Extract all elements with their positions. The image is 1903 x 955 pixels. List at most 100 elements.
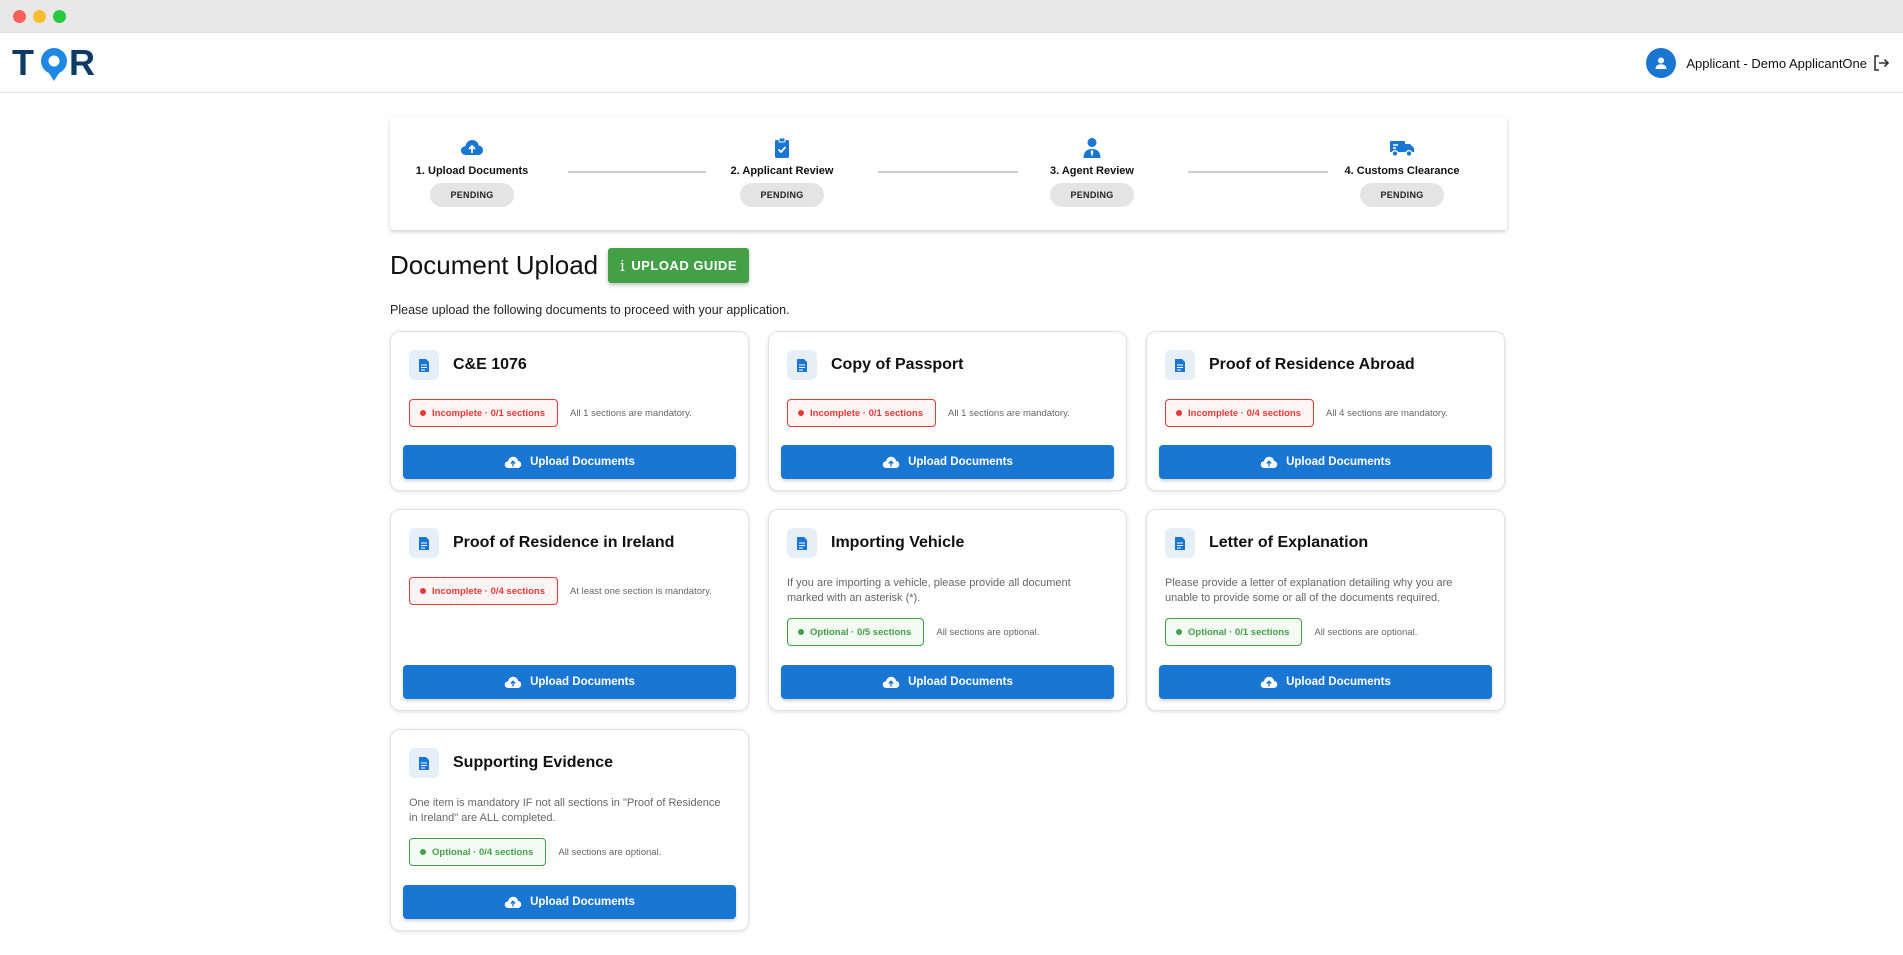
upload-documents-button[interactable]: Upload Documents [403,665,736,699]
status-note: All 4 sections are mandatory. [1325,407,1448,419]
window-minimize-button[interactable] [33,10,46,23]
status-text: Incomplete · 0/4 sections [1188,407,1301,419]
document-icon [409,350,439,380]
app-header: T R Applicant - Demo ApplicantOne [0,33,1903,93]
card-description: If you are importing a vehicle, please p… [787,577,1071,604]
window-zoom-button[interactable] [53,10,66,23]
status-note: All sections are optional. [1314,626,1418,638]
document-icon [409,748,439,778]
document-card-supporting-evidence: Supporting Evidence One item is mandator… [390,729,749,931]
card-title: C&E 1076 [453,356,527,373]
cloud-upload-icon [504,896,522,908]
step-status-badge: PENDING [1360,183,1444,207]
step-label: 2. Applicant Review [730,165,834,177]
intro-text: Please upload the following documents to… [390,303,790,317]
upload-button-label: Upload Documents [530,676,635,688]
cloud-upload-icon [1260,456,1278,468]
step-status-badge: PENDING [1050,183,1134,207]
cloud-upload-icon [504,676,522,688]
upload-documents-button[interactable]: Upload Documents [403,885,736,919]
upload-guide-label: UPLOAD GUIDE [631,258,737,273]
upload-documents-button[interactable]: Upload Documents [403,445,736,479]
clipboard-check-icon [775,137,789,158]
card-description: Please provide a letter of explanation d… [1165,577,1453,604]
cloud-upload-icon [1260,676,1278,688]
status-badge: Incomplete · 0/4 sections [409,577,558,605]
status-text: Optional · 0/4 sections [432,846,534,858]
document-card-importing-vehicle: Importing Vehicle If you are importing a… [768,509,1127,711]
step-applicant-review: 2. Applicant Review PENDING [702,137,862,207]
upload-button-label: Upload Documents [908,676,1013,688]
step-connector [878,171,1018,173]
step-label: 1. Upload Documents [415,165,529,177]
step-connector [568,171,706,173]
status-note: All 1 sections are mandatory. [569,407,692,419]
status-text: Optional · 0/1 sections [1188,626,1290,638]
card-title: Supporting Evidence [453,754,614,771]
upload-button-label: Upload Documents [908,456,1013,468]
step-label: 3. Agent Review [1050,165,1134,177]
document-card-letter-of-explanation: Letter of Explanation Please provide a l… [1146,509,1505,711]
status-badge: Incomplete · 0/1 sections [409,399,558,427]
document-icon [787,350,817,380]
cloud-upload-icon [882,456,900,468]
upload-documents-button[interactable]: Upload Documents [1159,665,1492,699]
logout-icon[interactable] [1871,53,1891,73]
card-title: Proof of Residence Abroad [1209,356,1415,373]
cloud-upload-icon [882,676,900,688]
card-title: Letter of Explanation [1209,534,1369,551]
card-title: Importing Vehicle [831,534,965,551]
status-text: Incomplete · 0/1 sections [810,407,923,419]
status-badge: Optional · 0/4 sections [409,838,547,866]
status-text: Optional · 0/5 sections [810,626,912,638]
info-icon: i [620,256,626,275]
upload-button-label: Upload Documents [1286,676,1391,688]
cloud-upload-icon [504,456,522,468]
step-customs-clearance: 4. Customs Clearance PENDING [1322,137,1482,207]
upload-documents-button[interactable]: Upload Documents [781,445,1114,479]
user-menu[interactable]: Applicant - Demo ApplicantOne [1646,47,1867,79]
page-title: Document Upload [390,250,599,280]
tor-logo[interactable]: T R [12,41,106,83]
document-card-passport: Copy of Passport Incomplete · 0/1 sectio… [768,331,1127,491]
status-note: All sections are optional. [558,846,662,858]
agent-icon [1083,138,1101,158]
upload-guide-button[interactable]: i UPLOAD GUIDE [608,248,749,283]
document-card-residence-ireland: Proof of Residence in Ireland Incomplete… [390,509,749,711]
window-titlebar [0,0,1903,33]
step-label: 4. Customs Clearance [1344,165,1460,177]
upload-button-label: Upload Documents [1286,456,1391,468]
document-icon [409,528,439,558]
person-icon [1646,48,1677,78]
cloud-upload-icon [461,140,483,155]
user-name: Applicant - Demo ApplicantOne [1686,55,1867,71]
status-badge: Optional · 0/5 sections [787,618,925,646]
upload-button-label: Upload Documents [530,896,635,908]
upload-documents-button[interactable]: Upload Documents [1159,445,1492,479]
document-card-residence-abroad: Proof of Residence Abroad Incomplete · 0… [1146,331,1505,491]
window-close-button[interactable] [13,10,26,23]
svg-text:R: R [69,42,95,83]
status-text: Incomplete · 0/1 sections [432,407,545,419]
status-badge: Incomplete · 0/1 sections [787,399,936,427]
step-status-badge: PENDING [430,183,514,207]
progress-stepper: 1. Upload Documents PENDING 2. Applicant… [390,117,1507,230]
status-note: All 1 sections are mandatory. [947,407,1070,419]
document-card-ce-1076: C&E 1076 Incomplete · 0/1 sections All 1… [390,331,749,491]
step-agent-review: 3. Agent Review PENDING [1012,137,1172,207]
card-description: One item is mandatory IF not all section… [409,797,721,824]
step-status-badge: PENDING [740,183,824,207]
status-note: All sections are optional. [936,626,1040,638]
upload-documents-button[interactable]: Upload Documents [781,665,1114,699]
status-badge: Optional · 0/1 sections [1165,618,1303,646]
status-note: At least one section is mandatory. [569,585,712,597]
svg-text:T: T [12,42,34,83]
status-text: Incomplete · 0/4 sections [432,585,545,597]
upload-button-label: Upload Documents [530,456,635,468]
truck-icon [1390,141,1414,157]
card-title: Proof of Residence in Ireland [453,534,675,551]
document-icon [1165,528,1195,558]
step-connector [1188,171,1328,173]
step-upload-documents: 1. Upload Documents PENDING [392,137,552,207]
document-icon [787,528,817,558]
